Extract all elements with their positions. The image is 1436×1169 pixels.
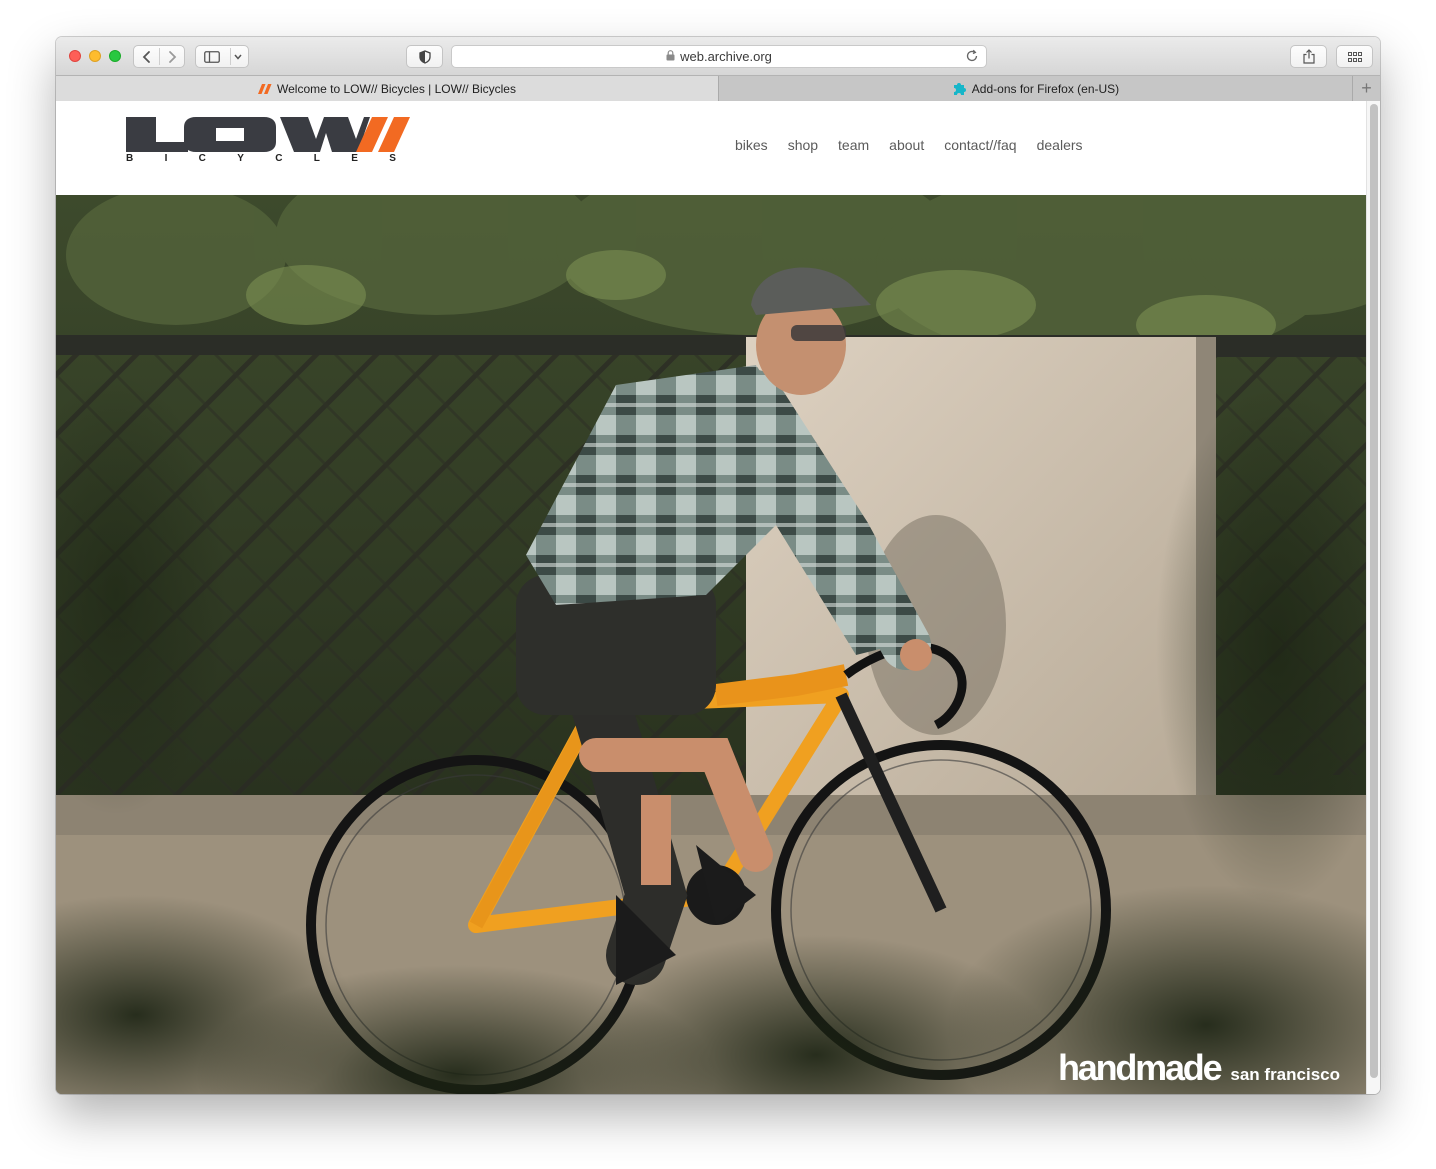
maximize-window-button[interactable] bbox=[109, 50, 121, 62]
nav-team[interactable]: team bbox=[838, 137, 869, 153]
browser-window: web.archive.org Welcome to LOW// Bicycle… bbox=[56, 37, 1380, 1094]
sidebar-group bbox=[195, 45, 249, 68]
chevron-down-icon[interactable] bbox=[229, 54, 248, 60]
browser-toolbar: web.archive.org bbox=[56, 37, 1380, 75]
tab-overview-button[interactable] bbox=[1336, 45, 1373, 68]
hero-image: handmade san francisco bbox=[56, 195, 1366, 1094]
sidebar-icon[interactable] bbox=[196, 50, 229, 63]
logo-letter: B bbox=[126, 153, 134, 164]
page-scrollbar[interactable] bbox=[1366, 101, 1380, 1094]
address-text: web.archive.org bbox=[680, 49, 772, 64]
logo-letter: S bbox=[389, 153, 396, 164]
hero-tagline: handmade san francisco bbox=[1058, 1050, 1340, 1086]
nav-bikes[interactable]: bikes bbox=[735, 137, 768, 153]
main-nav: bikes shop team about contact//faq deale… bbox=[735, 137, 1083, 153]
reload-icon[interactable] bbox=[965, 49, 979, 66]
nav-dealers[interactable]: dealers bbox=[1037, 137, 1083, 153]
site-header: B I C Y C L E S bikes shop team about co… bbox=[56, 101, 1366, 195]
address-bar[interactable]: web.archive.org bbox=[451, 45, 987, 68]
puzzle-piece-favicon-icon bbox=[952, 81, 967, 96]
nav-about[interactable]: about bbox=[889, 137, 924, 153]
share-icon bbox=[1302, 49, 1315, 64]
tab-bar: Welcome to LOW// Bicycles | LOW// Bicycl… bbox=[56, 75, 1380, 101]
tab-label: Welcome to LOW// Bicycles | LOW// Bicycl… bbox=[277, 81, 516, 96]
logo-letter: E bbox=[351, 153, 358, 164]
tagline-location: san francisco bbox=[1230, 1065, 1340, 1084]
nav-shop[interactable]: shop bbox=[788, 137, 818, 153]
forward-icon[interactable] bbox=[159, 50, 184, 64]
lock-icon bbox=[666, 49, 675, 64]
logo-letter: L bbox=[313, 153, 320, 164]
nav-contact-faq[interactable]: contact//faq bbox=[944, 137, 1016, 153]
cyclist-photo bbox=[56, 195, 1366, 1094]
tab-label: Add-ons for Firefox (en-US) bbox=[971, 81, 1120, 96]
tagline-handmade: handmade bbox=[1057, 1047, 1223, 1088]
scrollbar-thumb[interactable] bbox=[1370, 104, 1378, 1078]
back-icon[interactable] bbox=[134, 50, 159, 64]
tab-low-bicycles[interactable]: Welcome to LOW// Bicycles | LOW// Bicycl… bbox=[56, 76, 718, 101]
logo-letter: I bbox=[164, 153, 168, 164]
tab-firefox-addons[interactable]: Add-ons for Firefox (en-US) bbox=[718, 76, 1352, 101]
share-button[interactable] bbox=[1290, 45, 1327, 68]
low-slash-favicon-icon bbox=[258, 83, 272, 94]
minimize-window-button[interactable] bbox=[89, 50, 101, 62]
privacy-report-button[interactable] bbox=[406, 45, 443, 68]
logo-letter: C bbox=[198, 153, 206, 164]
logo-letter: Y bbox=[237, 153, 244, 164]
tab-overview-icon bbox=[1347, 51, 1362, 62]
logo-subtitle: B I C Y C L E S bbox=[126, 153, 396, 164]
history-nav-group bbox=[133, 45, 185, 68]
privacy-shield-icon bbox=[418, 49, 431, 64]
close-window-button[interactable] bbox=[69, 50, 81, 62]
web-page: B I C Y C L E S bikes shop team about co… bbox=[56, 101, 1366, 1094]
logo-letter: C bbox=[275, 153, 283, 164]
new-tab-button[interactable]: + bbox=[1352, 76, 1380, 101]
